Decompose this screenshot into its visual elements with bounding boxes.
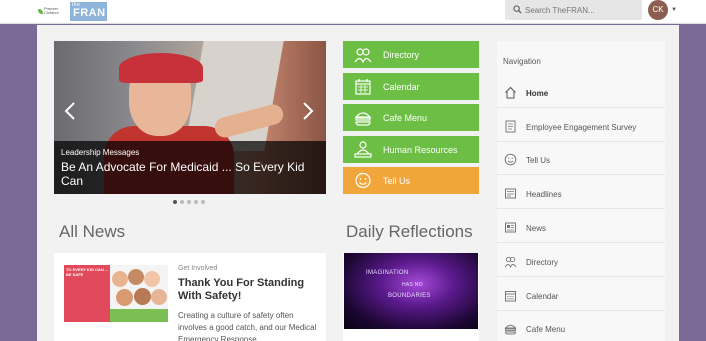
reflection-word: BOUNDARIES: [388, 293, 431, 299]
logo-the-text: the: [72, 2, 81, 8]
home-icon: [505, 86, 516, 99]
tile-calendar[interactable]: Calendar: [343, 73, 479, 100]
nav-item-label: Directory: [526, 258, 559, 267]
headlines-icon: [505, 188, 516, 199]
navigation-heading: Navigation: [503, 57, 541, 66]
navigation-panel: Navigation Home Employee Engagement Surv…: [497, 41, 665, 341]
smiley-icon: [504, 153, 517, 166]
carousel-dot[interactable]: [180, 200, 184, 204]
carousel-kicker: Leadership Messages: [61, 148, 140, 157]
nav-item-tell-us[interactable]: Tell Us: [497, 145, 665, 175]
news-category: Get Involved: [178, 265, 218, 272]
carousel-prev-icon[interactable]: [63, 101, 77, 121]
smiley-icon: [355, 172, 371, 189]
nav-item-label: Home: [526, 89, 549, 98]
all-news-heading: All News: [59, 222, 126, 241]
tile-label: Calendar: [383, 82, 420, 92]
tile-label: Human Resources: [383, 145, 458, 155]
nav-item-calendar[interactable]: Calendar: [497, 281, 665, 311]
reflection-word: IMAGINATION: [366, 270, 409, 276]
nav-item-label: News: [526, 224, 547, 233]
reflection-card[interactable]: IMAGINATION HAS NO BOUNDARIES: [343, 253, 479, 341]
carousel-dots: [173, 200, 209, 205]
reflection-word: HAS NO: [402, 282, 423, 288]
nav-item-home[interactable]: Home: [497, 78, 665, 108]
carousel-dot[interactable]: [173, 200, 177, 204]
survey-icon: [505, 120, 516, 133]
carousel-title[interactable]: Be An Advocate For Medicaid ... So Every…: [61, 160, 321, 188]
nav-item-headlines[interactable]: Headlines: [497, 179, 665, 209]
news-title[interactable]: Thank You For Standing With Safety!: [178, 277, 318, 303]
carousel-dot[interactable]: [187, 200, 191, 204]
nav-item-label: Employee Engagement Survey: [526, 123, 637, 132]
logo-brand-text: FRAN: [73, 7, 106, 19]
carousel-dot[interactable]: [194, 200, 198, 204]
calendar-icon: [505, 291, 516, 302]
leaf-icon: [38, 9, 43, 14]
tile-label: Cafe Menu: [383, 113, 428, 123]
carousel-dot[interactable]: [201, 200, 205, 204]
tile-label: Directory: [383, 50, 420, 60]
nav-item-news[interactable]: News: [497, 213, 665, 243]
nav-item-label: Tell Us: [526, 156, 551, 165]
top-bar: Premier Children the FRAN CK ▼: [0, 0, 706, 24]
avatar[interactable]: CK: [648, 0, 668, 20]
nav-item-label: Calendar: [526, 292, 559, 301]
news-excerpt: Creating a culture of safety often invol…: [178, 311, 317, 341]
daily-reflections-heading: Daily Reflections: [346, 222, 473, 241]
reflection-image: IMAGINATION HAS NO BOUNDARIES: [344, 253, 478, 329]
news-card-image: TO EVERY KID CAN ... BE SAFE: [64, 265, 168, 322]
tile-label: Tell Us: [383, 176, 411, 186]
nav-item-label: Headlines: [526, 190, 562, 199]
news-image-text: TO EVERY KID CAN ... BE SAFE: [66, 267, 109, 277]
nav-item-directory[interactable]: Directory: [497, 247, 665, 277]
search-icon: [513, 5, 522, 14]
news-card[interactable]: TO EVERY KID CAN ... BE SAFE Get Involve…: [54, 253, 326, 341]
human-resources-icon: [354, 141, 372, 158]
logo-org-text: Premier Children: [44, 6, 59, 15]
featured-carousel[interactable]: Leadership Messages Be An Advocate For M…: [54, 41, 326, 194]
carousel-next-icon[interactable]: [301, 101, 315, 121]
nav-item-employee-engagement-survey[interactable]: Employee Engagement Survey: [497, 112, 665, 142]
tile-human-resources[interactable]: Human Resources: [343, 136, 479, 163]
tile-directory[interactable]: Directory: [343, 41, 479, 68]
search-box[interactable]: [505, 0, 642, 20]
chevron-down-icon[interactable]: ▼: [671, 7, 677, 13]
tile-cafe-menu[interactable]: Cafe Menu: [343, 104, 479, 131]
nav-item-cafe-menu[interactable]: Cafe Menu: [497, 314, 665, 341]
search-input[interactable]: [525, 3, 637, 17]
directory-icon: [504, 256, 517, 268]
nav-item-label: Cafe Menu: [526, 325, 566, 334]
cafe-menu-icon: [354, 112, 372, 126]
directory-icon: [354, 48, 372, 63]
cafe-menu-icon: [504, 324, 517, 335]
calendar-icon: [355, 79, 371, 95]
news-icon: [505, 222, 516, 233]
thefran-logo[interactable]: the FRAN: [70, 2, 107, 21]
premier-children-logo[interactable]: Premier Children: [38, 6, 66, 18]
tile-tell-us[interactable]: Tell Us: [343, 167, 479, 194]
